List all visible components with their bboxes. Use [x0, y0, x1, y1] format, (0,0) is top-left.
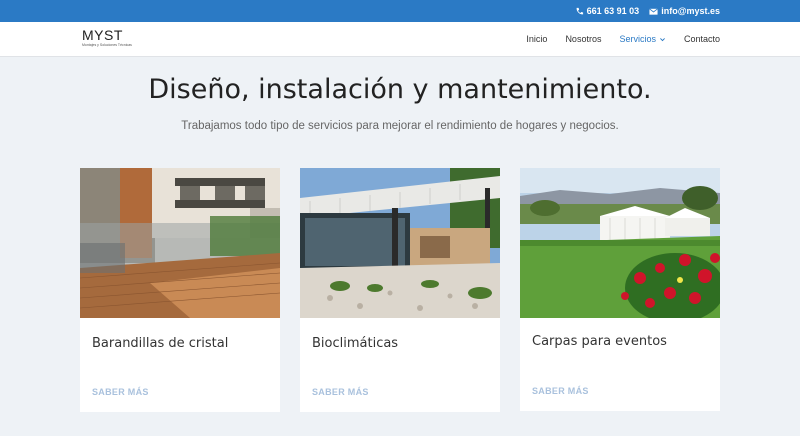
service-card-bioclimaticas[interactable]: Bioclimáticas SABER MÁS — [300, 168, 500, 412]
nav-item-contacto[interactable]: Contacto — [684, 34, 720, 44]
chevron-down-icon — [660, 37, 665, 41]
mail-icon — [649, 7, 659, 15]
card-title: Carpas para eventos — [532, 334, 667, 349]
phone-number: 661 63 91 03 — [586, 6, 640, 16]
nav-item-servicios[interactable]: Servicios — [619, 34, 666, 44]
nav-item-inicio[interactable]: Inicio — [526, 34, 547, 44]
card-image-carpas — [520, 168, 720, 318]
card-title: Barandillas de cristal — [92, 336, 229, 351]
card-image-bioclimaticas — [300, 168, 500, 318]
service-card-barandillas[interactable]: Barandillas de cristal SABER MÁS — [80, 168, 280, 412]
email-address: info@myst.es — [661, 6, 720, 16]
nav-item-nosotros[interactable]: Nosotros — [565, 34, 601, 44]
logo-text: MYST — [82, 27, 123, 43]
email-link[interactable]: info@myst.es — [649, 6, 720, 16]
nav-item-servicios-label: Servicios — [619, 34, 656, 44]
service-card-carpas[interactable]: Carpas para eventos SABER MÁS — [520, 168, 720, 411]
card-title: Bioclimáticas — [312, 336, 399, 351]
card-image-barandillas — [80, 168, 280, 318]
page-subtitle: Trabajamos todo tipo de servicios para m… — [181, 120, 619, 132]
contact-info: 661 63 91 03 info@myst.es — [575, 0, 720, 22]
phone-icon — [576, 7, 583, 14]
top-bar: 661 63 91 03 info@myst.es — [0, 0, 800, 22]
saber-mas-link[interactable]: SABER MÁS — [312, 387, 369, 397]
page-title: Diseño, instalación y mantenimiento. — [148, 74, 652, 105]
saber-mas-link[interactable]: SABER MÁS — [92, 387, 149, 397]
phone-link[interactable]: 661 63 91 03 — [575, 6, 640, 16]
site-logo[interactable]: MYST Montajes y Soluciones Técnicas — [82, 28, 142, 52]
main-nav: Inicio Nosotros Servicios Contacto — [526, 22, 720, 56]
logo-tagline: Montajes y Soluciones Técnicas — [82, 43, 132, 47]
saber-mas-link[interactable]: SABER MÁS — [532, 386, 589, 396]
site-header: MYST Montajes y Soluciones Técnicas Inic… — [0, 22, 800, 56]
